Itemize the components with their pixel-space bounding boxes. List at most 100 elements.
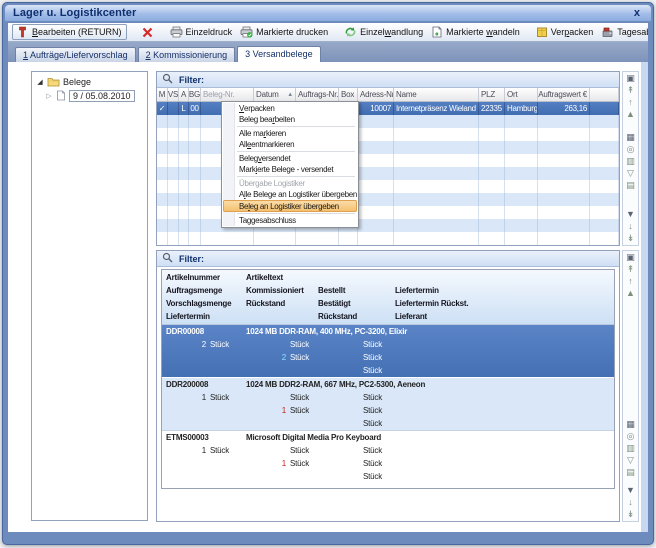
dayend-icon (601, 26, 614, 38)
search-icon[interactable]: ◎ (627, 144, 635, 155)
article-column-header-artikeltext: Artikeltext (246, 273, 283, 282)
column-chooser-icon[interactable]: ▣ (626, 252, 635, 263)
tree-item-beleg-9[interactable]: ▷ 9 / 05.08.2010 (32, 89, 147, 103)
tree-expander-open-icon[interactable]: ◢ (36, 78, 44, 86)
menu-item-alle-entmarkieren[interactable]: Alle entmarkieren (223, 139, 357, 150)
convert-icon (344, 26, 357, 38)
tab-versandbelege[interactable]: 3 Versandbelege (237, 46, 321, 62)
column-header-auftrags-nr[interactable]: Auftrags-Nr. (296, 88, 339, 101)
scroll-up-icon[interactable]: ↑ (628, 97, 633, 108)
toolbar-button-delete-button[interactable] (137, 25, 158, 40)
details-icon[interactable]: ▥ (626, 443, 635, 454)
tree-item-label: 9 / 05.08.2010 (69, 90, 135, 102)
windows-icon[interactable]: ▤ (626, 180, 635, 191)
right-margin-band (641, 62, 648, 532)
backlog-unit: Stück (363, 472, 382, 481)
column-header-bg[interactable]: BG (189, 88, 201, 101)
close-icon[interactable]: x (631, 7, 643, 19)
toolbar-button-label: Einzeldruck (186, 27, 233, 37)
page-up-icon[interactable]: ▲ (626, 109, 635, 120)
column-header-vs[interactable]: VS (168, 88, 179, 101)
filter-icon[interactable]: ▽ (627, 455, 634, 466)
article-code: ETMS00003 (166, 433, 209, 442)
tree-expander-closed-icon[interactable]: ▷ (45, 92, 53, 100)
toolbar-button-bearbeiten-return[interactable]: Bearbeiten (RETURN) (12, 24, 127, 40)
menu-item-markierte-belege-versendet[interactable]: Markierte Belege - versendet (223, 164, 357, 175)
scroll-bottom-icon[interactable]: ↡ (627, 509, 635, 520)
order-unit: Stück (210, 446, 229, 455)
column-header-beleg-nr[interactable]: Beleg-Nr. (201, 88, 254, 101)
menu-item-beleg-versendet[interactable]: Beleg versendet (223, 153, 357, 164)
details-icon[interactable]: ▥ (626, 156, 635, 167)
column-chooser-icon[interactable]: ▣ (626, 73, 635, 84)
column-header-ort[interactable]: Ort (505, 88, 538, 101)
nav-strip-group: ▦◎▥▽▤ (626, 132, 635, 191)
page-up-icon[interactable]: ▲ (626, 288, 635, 299)
toolbar-button-verpacken[interactable]: Verpacken (532, 25, 598, 39)
menu-item-beleg-bearbeiten[interactable]: Beleg bearbeiten (223, 114, 357, 125)
search-icon (162, 252, 173, 265)
order-qty: 1 (166, 393, 206, 402)
view-grid-icon[interactable]: ▦ (626, 419, 635, 430)
column-header-auftragswert[interactable]: Auftragswert € (538, 88, 590, 101)
column-header-a[interactable]: A (179, 88, 189, 101)
scroll-down-icon[interactable]: ↓ (628, 497, 633, 508)
article-code: DDR00008 (166, 327, 204, 336)
toolbar-button-einzelwandlung[interactable]: Einzelwandlung (340, 25, 427, 39)
menu-item-alle-belege-an-logistiker-übergeben[interactable]: Alle Belege an Logistiker übergeben (223, 189, 357, 200)
windows-icon[interactable]: ▤ (626, 467, 635, 478)
nav-strip-group: ▣↟↑▲ (626, 252, 635, 299)
cell-name: Internetpräsenz Wieland KG (394, 102, 479, 115)
article-row-etms00003[interactable]: ETMS00003Microsoft Digital Media Pro Key… (162, 430, 614, 483)
scroll-down-icon[interactable]: ↓ (628, 221, 633, 232)
tab-kommissionierung[interactable]: 2 Kommissionierung (138, 47, 236, 62)
article-row-ddr200008[interactable]: DDR200008 1024 MB DDR2-RAM, 667 MHz, PC2-… (162, 377, 614, 430)
cell-ort: Hamburg (505, 102, 538, 115)
client-area: Bearbeiten (RETURN)EinzeldruckMarkierte … (8, 23, 648, 532)
page-down-icon[interactable]: ▼ (626, 485, 635, 496)
scroll-top-icon[interactable]: ↟ (627, 264, 635, 275)
cell-empty (590, 102, 619, 115)
article-code: DDR200008 (166, 380, 208, 389)
scroll-up-icon[interactable]: ↑ (628, 276, 633, 287)
article-column-header-rückstand: Rückstand (246, 299, 285, 308)
column-header-m[interactable]: M (157, 88, 168, 101)
filter-icon[interactable]: ▽ (627, 168, 634, 179)
cell-bg: 00 (189, 102, 201, 115)
filter-bar[interactable]: Filter: (157, 251, 619, 267)
menu-item-alle-markieren[interactable]: Alle markieren (223, 128, 357, 139)
scroll-bottom-icon[interactable]: ↡ (627, 233, 635, 244)
menu-item-verpacken[interactable]: Verpacken (223, 103, 357, 114)
toolbar-button-label: Bearbeiten (RETURN) (32, 27, 122, 37)
article-row-ddr00008[interactable]: DDR000081024 MB DDR-RAM, 400 MHz, PC-320… (162, 325, 614, 377)
column-header-adress-nr[interactable]: Adress-Nr. (358, 88, 394, 101)
column-header-box[interactable]: Box (339, 88, 358, 101)
backorder-unit: Stück (290, 353, 309, 362)
column-header-plz[interactable]: PLZ (479, 88, 505, 101)
search-icon[interactable]: ◎ (627, 431, 635, 442)
toolbar-button-tagesabschluss[interactable]: Tagesabschluss (597, 25, 648, 39)
picked-unit: Stück (290, 446, 309, 455)
article-column-header-lieferant: Lieferant (395, 312, 427, 321)
filter-bar[interactable]: Filter: (157, 72, 619, 88)
print-icon (170, 26, 183, 38)
tree-item-belege[interactable]: ◢ Belege (32, 75, 147, 89)
article-text: 1024 MB DDR2-RAM, 667 MHz, PC2-5300, Aen… (246, 380, 425, 389)
toolbar-button-markierte-wandeln[interactable]: Markierte wandeln (427, 25, 524, 39)
view-grid-icon[interactable]: ▦ (626, 132, 635, 143)
tab-aufträge-liefervorschlag[interactable]: 1 Aufträge/Liefervorschlag (15, 47, 136, 62)
column-header-datum[interactable]: Datum▲ (254, 88, 296, 101)
print-marked-icon (240, 26, 253, 38)
page-down-icon[interactable]: ▼ (626, 209, 635, 220)
column-header-name[interactable]: Name (394, 88, 479, 101)
document-tree: ◢ Belege ▷ 9 / 05.08.2010 (31, 71, 148, 521)
cell-auftragswert: 263,16 (538, 102, 590, 115)
grid-empty-row (157, 232, 619, 245)
toolbar-button-markierte-drucken[interactable]: Markierte drucken (236, 25, 332, 39)
menu-item-taggesabschluss[interactable]: Taggesabschluss (223, 215, 357, 226)
menu-item-beleg-an-logistiker-übergeben[interactable]: Beleg an Logistiker übergeben (223, 200, 357, 212)
column-header-empty[interactable] (590, 88, 619, 101)
scroll-top-icon[interactable]: ↟ (627, 85, 635, 96)
toolbar-button-einzeldruck[interactable]: Einzeldruck (166, 25, 237, 39)
article-grid-header: ArtikelnummerArtikeltextAuftragsmengeKom… (162, 270, 614, 325)
